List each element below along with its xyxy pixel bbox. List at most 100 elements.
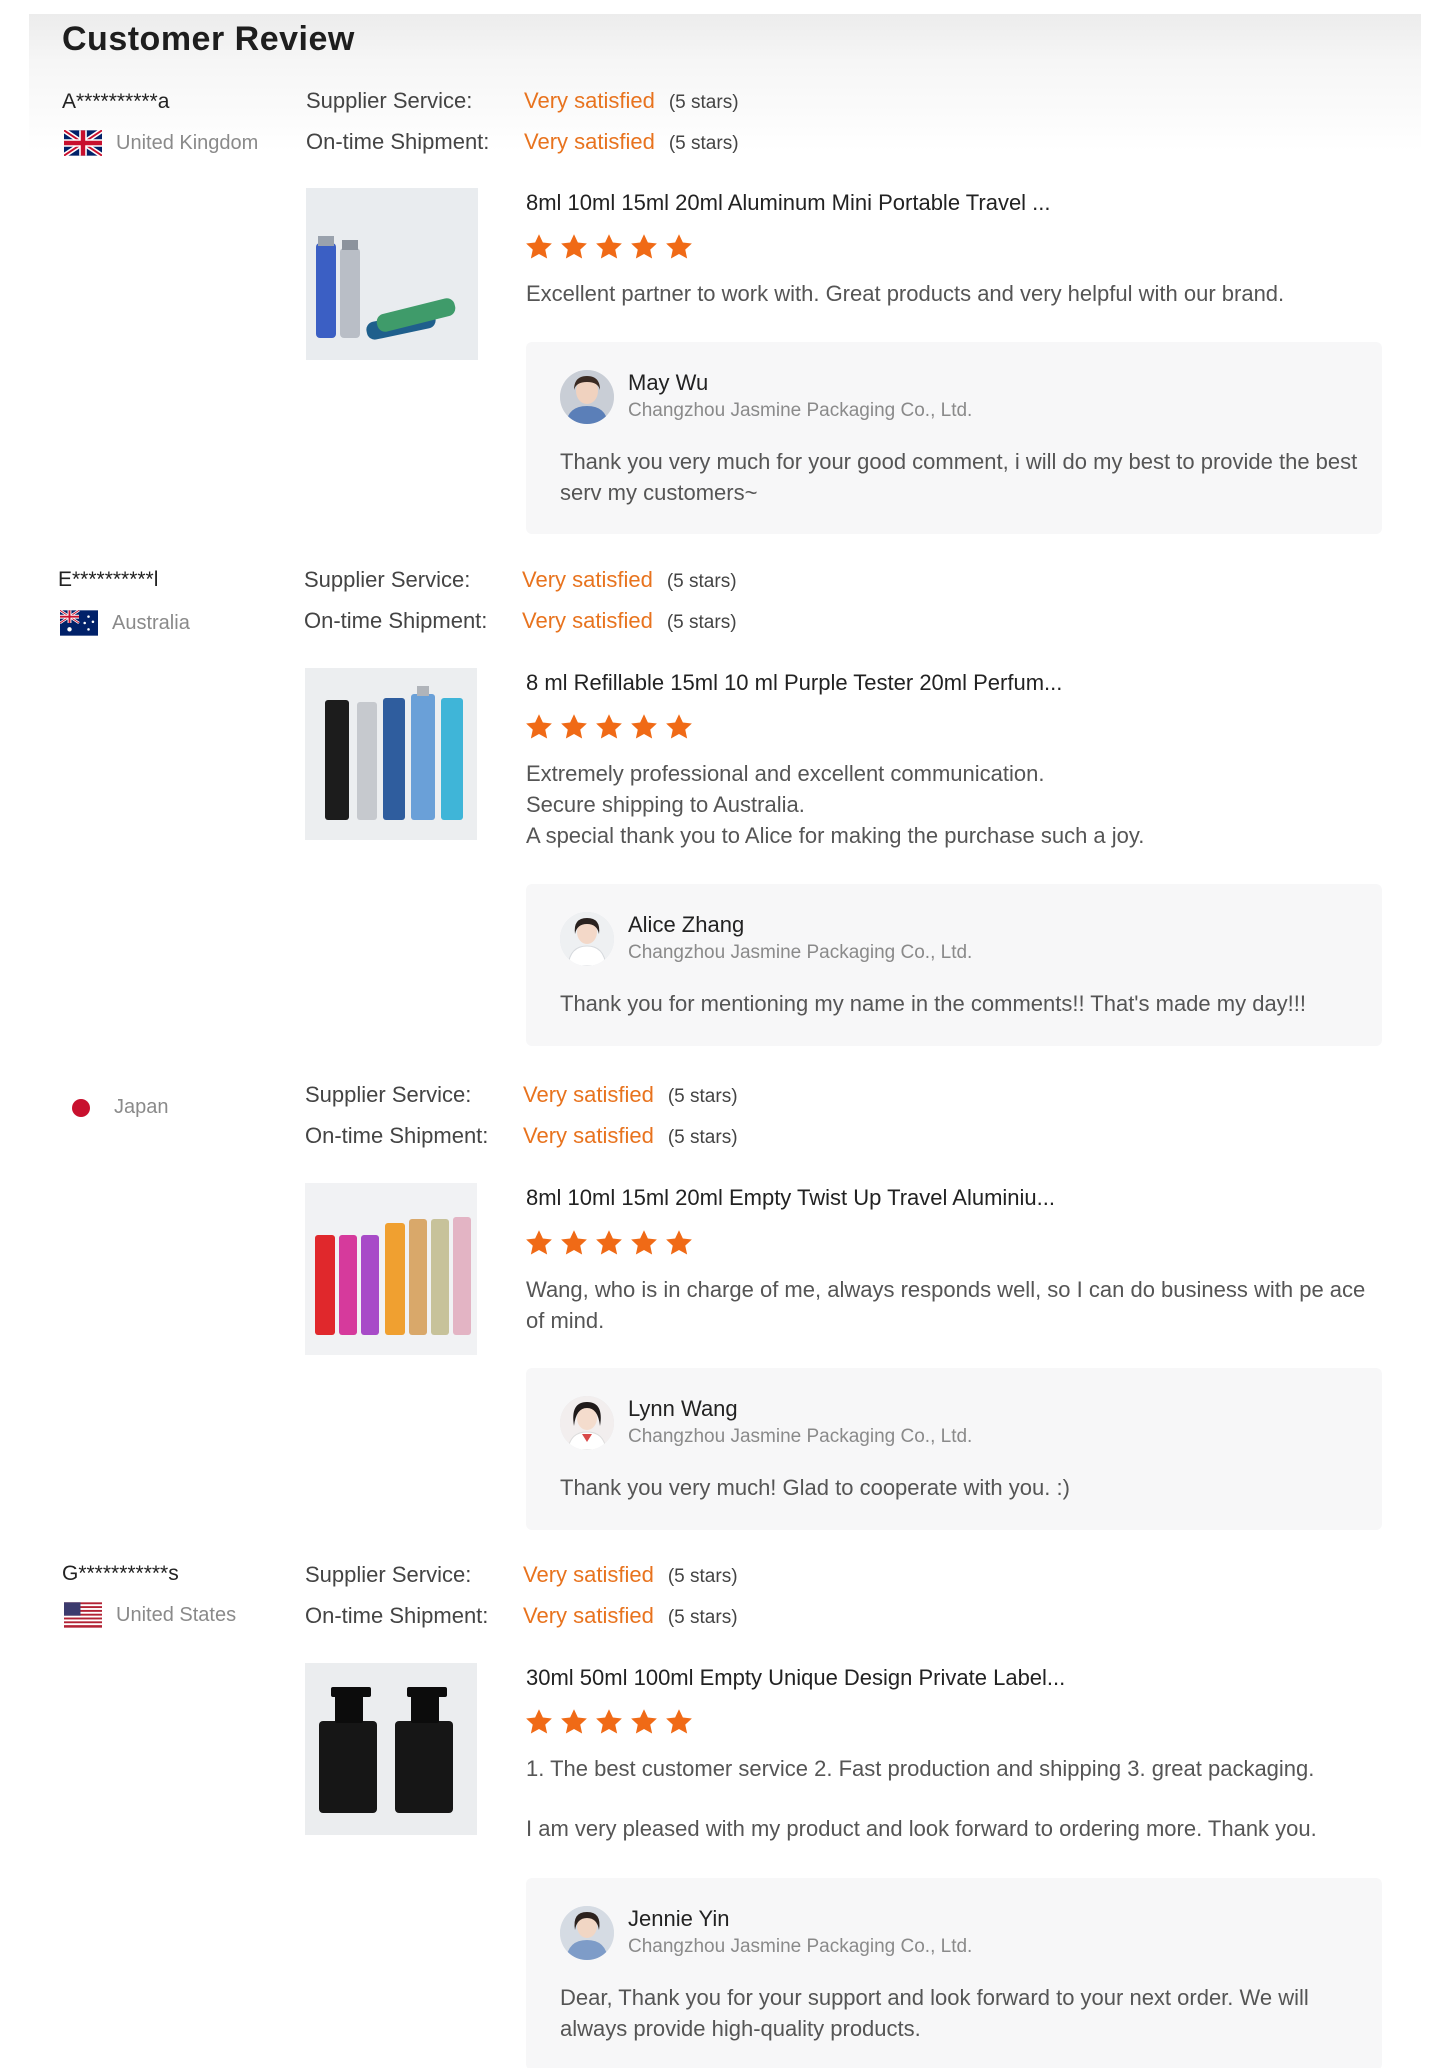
rating-value: Very satisfied: [523, 1123, 654, 1148]
product-title[interactable]: 8 ml Refillable 15ml 10 ml Purple Tester…: [526, 670, 1062, 696]
product-title[interactable]: 30ml 50ml 100ml Empty Unique Design Priv…: [526, 1665, 1065, 1691]
reply-author-name: Jennie Yin: [628, 1906, 730, 1931]
reply-author-name: May Wu: [628, 370, 709, 395]
rating-stars-text: (5 stars): [667, 1607, 738, 1628]
rating-label: Supplier Service:: [305, 1082, 472, 1107]
supplier-service-rating: Supplier Service: Very satisfied (5 star…: [304, 567, 737, 593]
rating-label: Supplier Service:: [305, 1562, 472, 1587]
buyer-name: E**********l: [58, 568, 159, 591]
star-icon: [594, 232, 624, 262]
product-thumbnail[interactable]: [305, 1183, 477, 1355]
star-icon: [629, 232, 659, 262]
product-thumbnail[interactable]: [306, 188, 478, 360]
country-label: United States: [116, 1603, 237, 1626]
rating-label: On-time Shipment:: [304, 608, 488, 633]
review-comment: 1. The best customer service 2. Fast pro…: [526, 1753, 1406, 1844]
buyer-country: Australia: [60, 610, 190, 636]
star-icon: [524, 1228, 554, 1258]
rating-label: On-time Shipment:: [306, 129, 490, 154]
product-title[interactable]: 8ml 10ml 15ml 20ml Aluminum Mini Portabl…: [526, 190, 1051, 216]
reply-text: Thank you very much! Glad to cooperate w…: [560, 1475, 1070, 1500]
star-icon: [559, 232, 589, 262]
rating-value: Very satisfied: [522, 567, 653, 592]
rating-label: Supplier Service:: [304, 567, 471, 592]
buyer-name: G***********s: [62, 1562, 179, 1585]
comment-line: I am very pleased with my product and lo…: [526, 1816, 1317, 1841]
country-label: Japan: [114, 1096, 169, 1118]
rating-value: Very satisfied: [524, 88, 655, 113]
usa-flag-icon: [64, 1602, 102, 1628]
reply-author-name: Alice Zhang: [628, 912, 745, 937]
supplier-service-rating: Supplier Service: Very satisfied (5 star…: [306, 88, 739, 114]
avatar: [560, 370, 614, 424]
product-rating-stars: [524, 1707, 694, 1737]
star-icon: [664, 1707, 694, 1737]
country-label: Australia: [112, 611, 190, 634]
japan-flag-icon: [72, 1098, 90, 1117]
supplier-service-rating: Supplier Service: Very satisfied (5 star…: [305, 1562, 738, 1588]
rating-stars-text: (5 stars): [667, 1566, 738, 1587]
star-icon: [524, 712, 554, 742]
rating-stars-text: (5 stars): [666, 571, 737, 592]
product-thumbnail[interactable]: [305, 668, 477, 840]
supplier-reply: Alice Zhang Changzhou Jasmine Packaging …: [526, 884, 1382, 1046]
rating-stars-text: (5 stars): [668, 133, 739, 154]
buyer-country: Japan: [62, 1096, 169, 1119]
star-icon: [629, 1707, 659, 1737]
star-icon: [594, 1707, 624, 1737]
star-icon: [524, 1707, 554, 1737]
australia-flag-icon: [60, 610, 98, 636]
star-icon: [559, 712, 589, 742]
reply-company: Changzhou Jasmine Packaging Co., Ltd.: [628, 1426, 973, 1447]
reply-author-name: Lynn Wang: [628, 1396, 738, 1421]
supplier-service-rating: Supplier Service: Very satisfied (5 star…: [305, 1082, 738, 1108]
review-comment: Extremely professional and excellent com…: [526, 758, 1406, 851]
comment-line: Secure shipping to Australia.: [526, 792, 805, 817]
buyer-country: United Kingdom: [64, 130, 258, 156]
comment-line: 1. The best customer service 2. Fast pro…: [526, 1756, 1315, 1781]
avatar: [560, 1906, 614, 1960]
supplier-reply: Jennie Yin Changzhou Jasmine Packaging C…: [526, 1878, 1382, 2068]
ontime-shipment-rating: On-time Shipment: Very satisfied (5 star…: [305, 1603, 738, 1629]
rating-label: On-time Shipment:: [305, 1123, 489, 1148]
rating-value: Very satisfied: [524, 129, 655, 154]
buyer-country: United States: [64, 1602, 236, 1628]
reply-company: Changzhou Jasmine Packaging Co., Ltd.: [628, 942, 973, 963]
product-thumbnail[interactable]: [305, 1663, 477, 1835]
comment-line: A special thank you to Alice for making …: [526, 823, 1145, 848]
star-icon: [594, 712, 624, 742]
star-icon: [524, 232, 554, 262]
rating-stars-text: (5 stars): [666, 612, 737, 633]
rating-stars-text: (5 stars): [667, 1127, 738, 1148]
rating-value: Very satisfied: [523, 1562, 654, 1587]
ontime-shipment-rating: On-time Shipment: Very satisfied (5 star…: [306, 129, 739, 155]
reply-company: Changzhou Jasmine Packaging Co., Ltd.: [628, 400, 973, 421]
reply-text: Thank you for mentioning my name in the …: [560, 991, 1307, 1016]
rating-label: On-time Shipment:: [305, 1603, 489, 1628]
star-icon: [664, 232, 694, 262]
country-label: United Kingdom: [116, 131, 259, 154]
supplier-reply: May Wu Changzhou Jasmine Packaging Co., …: [526, 342, 1382, 534]
product-title[interactable]: 8ml 10ml 15ml 20ml Empty Twist Up Travel…: [526, 1185, 1055, 1211]
review-comment: Wang, who is in charge of me, always res…: [526, 1277, 1366, 1333]
star-icon: [559, 1228, 589, 1258]
star-icon: [629, 1228, 659, 1258]
product-rating-stars: [524, 712, 694, 742]
rating-value: Very satisfied: [523, 1082, 654, 1107]
avatar: [560, 912, 614, 966]
star-icon: [664, 712, 694, 742]
star-icon: [559, 1707, 589, 1737]
page-title: Customer Review: [62, 20, 355, 58]
reply-text: Thank you very much for your good commen…: [560, 449, 1358, 505]
rating-value: Very satisfied: [522, 608, 653, 633]
rating-value: Very satisfied: [523, 1603, 654, 1628]
ontime-shipment-rating: On-time Shipment: Very satisfied (5 star…: [305, 1123, 738, 1149]
avatar: [560, 1396, 614, 1450]
supplier-reply: Lynn Wang Changzhou Jasmine Packaging Co…: [526, 1368, 1382, 1530]
review-comment: Excellent partner to work with. Great pr…: [526, 281, 1285, 306]
buyer-name: A**********a: [62, 90, 170, 113]
product-rating-stars: [524, 1228, 694, 1258]
ontime-shipment-rating: On-time Shipment: Very satisfied (5 star…: [304, 608, 737, 634]
rating-stars-text: (5 stars): [667, 1086, 738, 1107]
reply-text: Dear, Thank you for your support and loo…: [560, 1985, 1309, 2041]
